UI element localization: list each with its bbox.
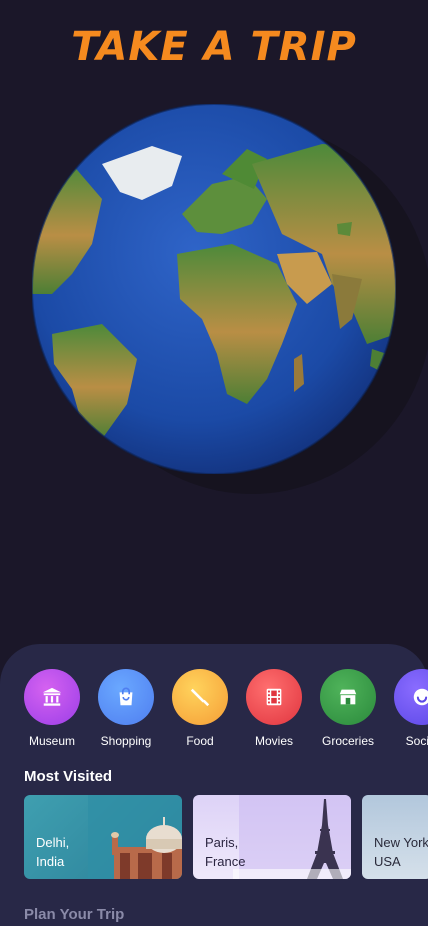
category-label: Social (405, 734, 428, 748)
category-social[interactable]: Social (394, 669, 428, 749)
bottom-panel: Museum Shopping Food Movies Groceries So… (0, 644, 428, 926)
category-movies[interactable]: Movies (246, 669, 302, 749)
category-list: Museum Shopping Food Movies Groceries So… (24, 669, 428, 749)
category-label: Museum (28, 734, 75, 748)
category-shopping[interactable]: Shopping (98, 669, 154, 749)
card-city: New York, (374, 835, 428, 850)
shopping-bag-icon[interactable] (98, 669, 154, 725)
card-location-text: Paris, France (205, 833, 275, 871)
destination-card-paris[interactable]: Paris, France (193, 795, 351, 879)
category-label: Shopping (100, 734, 152, 748)
category-label: Groceries (321, 734, 374, 748)
film-icon[interactable] (246, 669, 302, 725)
card-city: Delhi, (36, 835, 70, 850)
destination-card-new-york[interactable]: New York, USA (362, 795, 428, 879)
destination-card-delhi[interactable]: Delhi, India (24, 795, 182, 879)
category-label: Movies (254, 734, 293, 748)
plan-trip-title: Plan Your Trip (24, 906, 125, 923)
globe-illustration (32, 104, 428, 494)
card-country: USA (374, 854, 401, 869)
page-title: TAKE A TRIP (71, 24, 357, 70)
card-location-text: Delhi, India (36, 833, 106, 871)
card-country: France (205, 854, 246, 869)
food-icon[interactable] (172, 669, 228, 725)
category-label: Food (186, 734, 214, 748)
category-museum[interactable]: Museum (24, 669, 80, 749)
most-visited-list: Delhi, India Paris, France New York, USA (24, 795, 428, 879)
card-country: India (36, 854, 65, 869)
card-city: Paris, (205, 835, 239, 850)
smile-icon[interactable] (394, 669, 428, 725)
card-location-text: New York, USA (374, 833, 428, 871)
category-groceries[interactable]: Groceries (320, 669, 376, 749)
category-food[interactable]: Food (172, 669, 228, 749)
world-globe-image (32, 104, 396, 474)
app-screen: TAKE A TRIP Museum Shopping Food Movies … (0, 0, 428, 926)
most-visited-title: Most Visited (24, 768, 113, 785)
museum-icon[interactable] (24, 669, 80, 725)
store-icon[interactable] (320, 669, 376, 725)
